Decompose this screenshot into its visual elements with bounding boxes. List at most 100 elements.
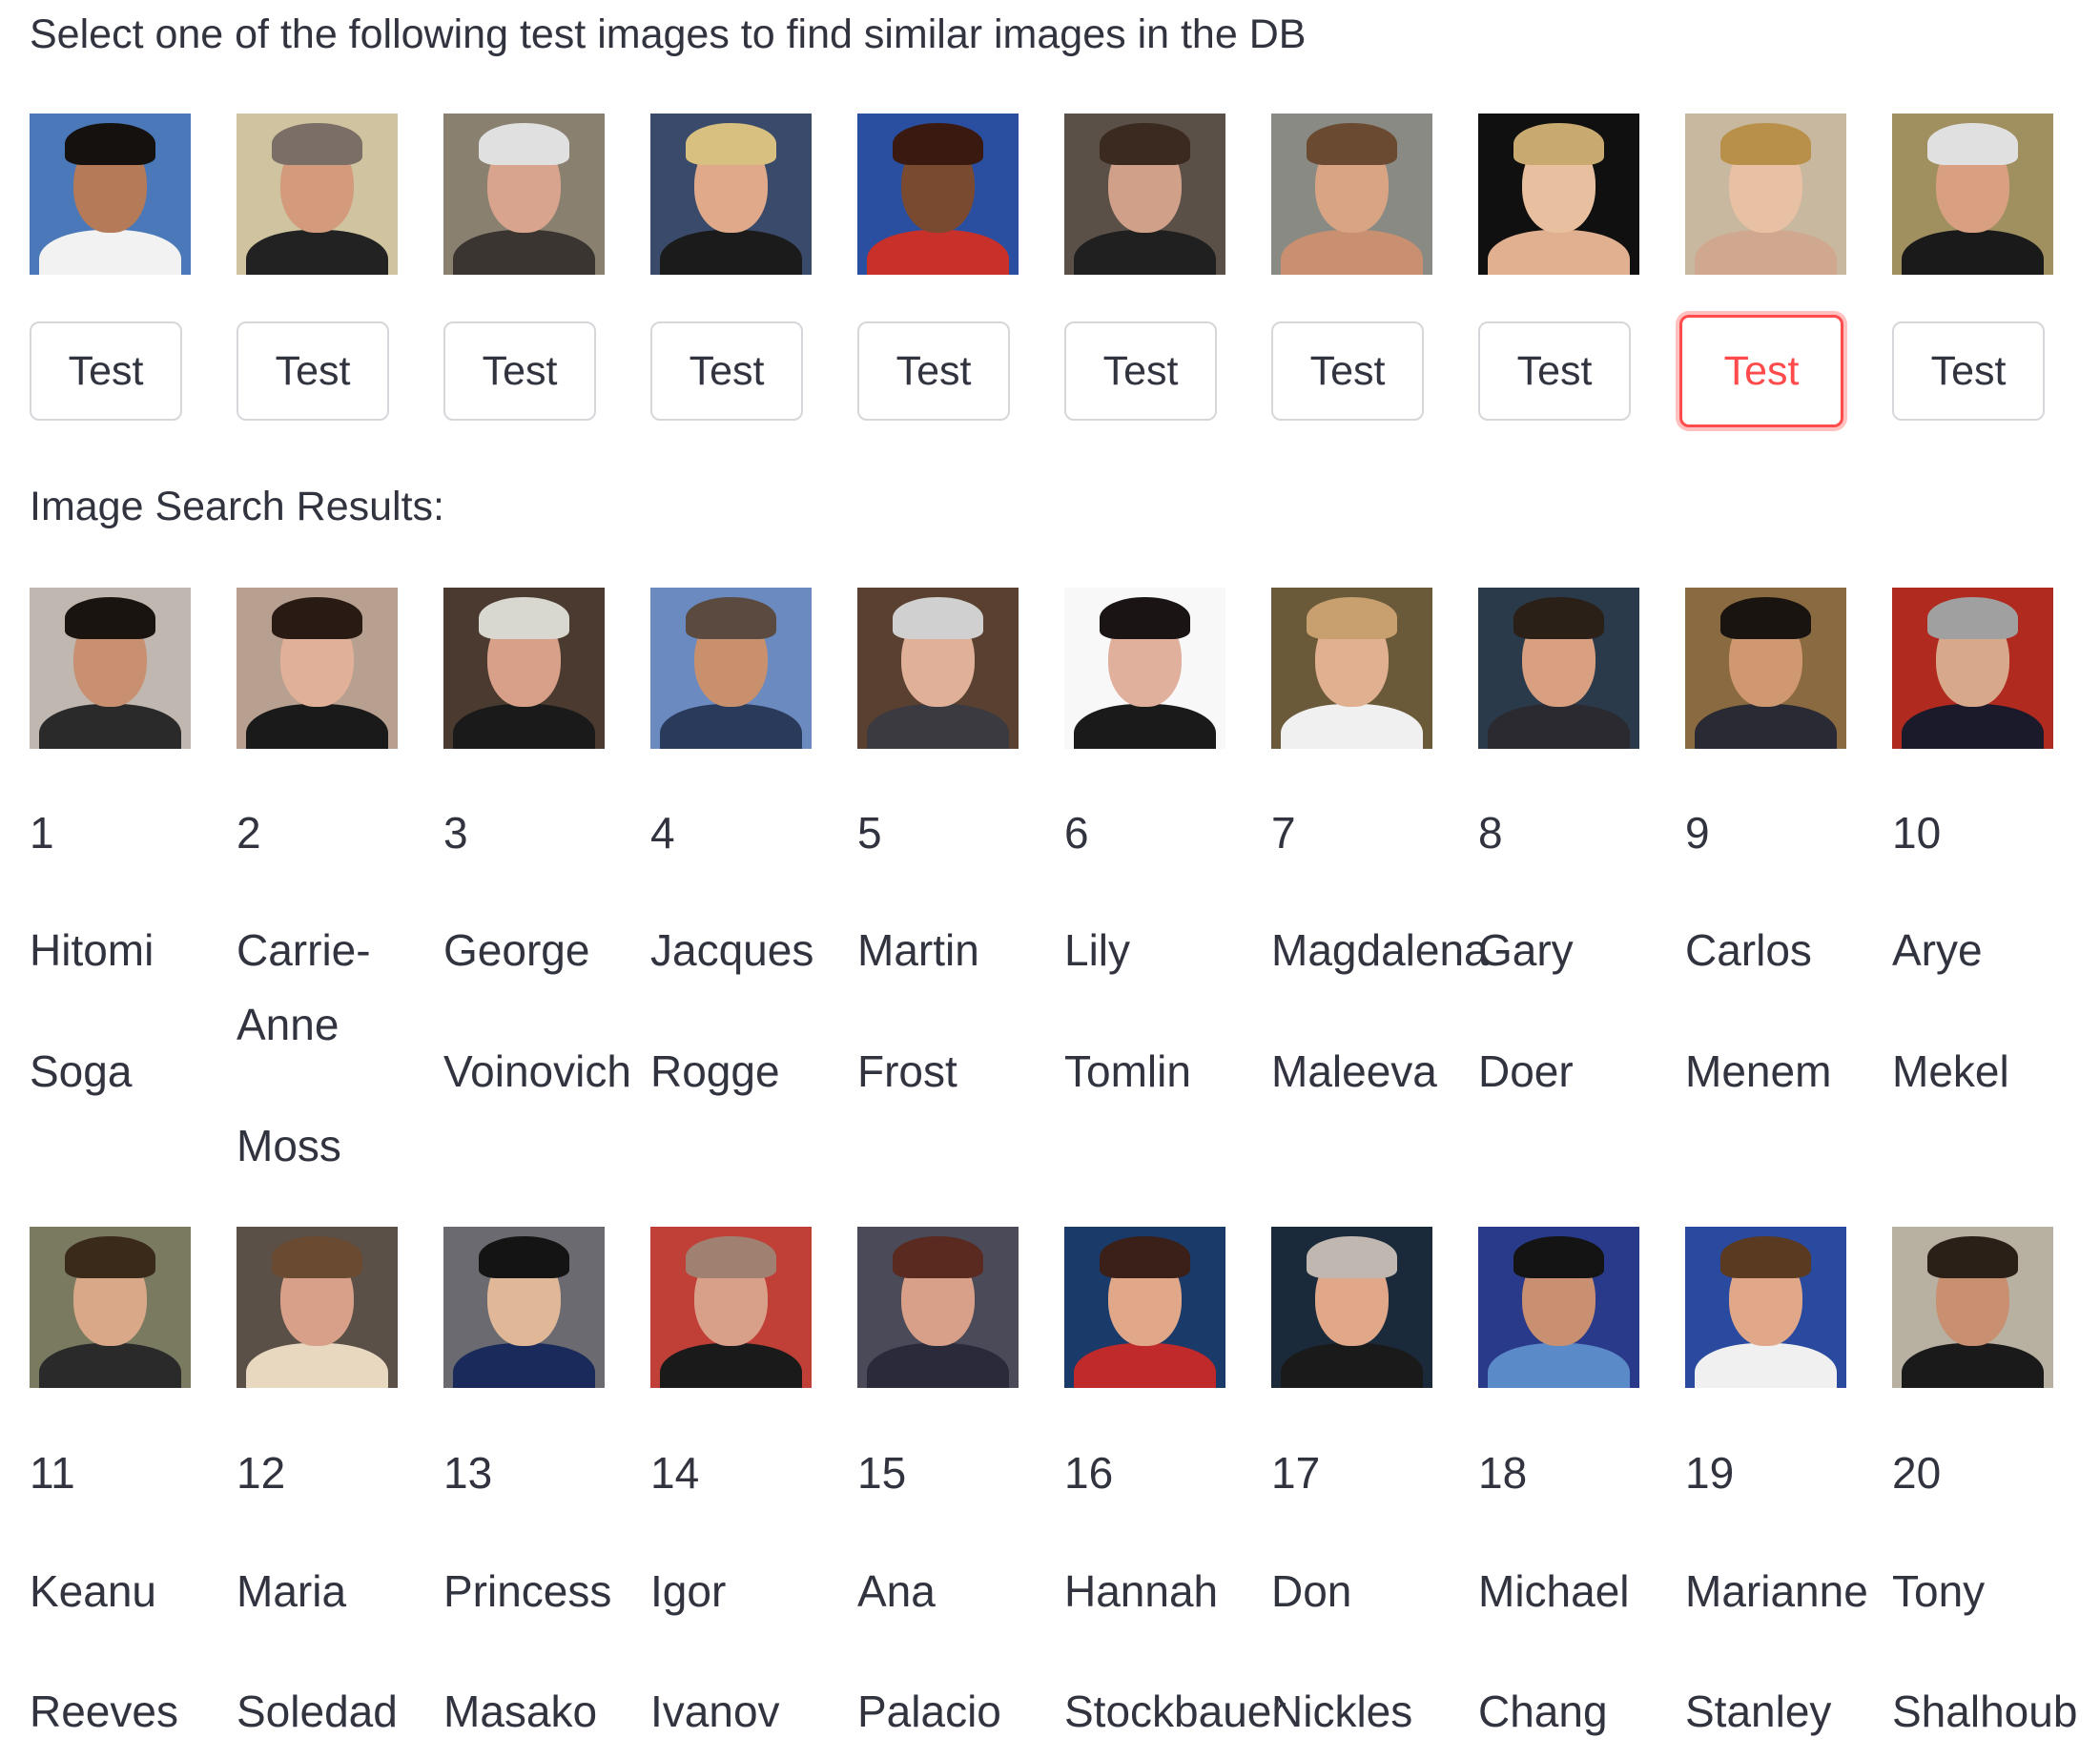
- photo-body: [1281, 1342, 1423, 1388]
- result-first-name: Carrie-Anne: [237, 925, 371, 1049]
- photo-hair: [1927, 1236, 2018, 1279]
- photo-body: [867, 229, 1009, 275]
- photo-body: [1488, 229, 1630, 275]
- result-image: [1478, 588, 1639, 749]
- photo-hair: [479, 123, 569, 166]
- photo-hair: [686, 1236, 776, 1279]
- result-rank: 8: [1478, 808, 1503, 858]
- test-image: [1892, 114, 2053, 275]
- photo-hair: [1100, 597, 1190, 640]
- photo-hair: [1720, 123, 1811, 166]
- photo-body: [1074, 703, 1216, 749]
- result-first-name: Michael: [1478, 1566, 1630, 1616]
- result-image: [30, 588, 191, 749]
- result-last-name: Masako: [443, 1687, 598, 1736]
- photo-body: [453, 229, 595, 275]
- result-image: [1064, 588, 1225, 749]
- result-image: [30, 1227, 191, 1388]
- result-image: [857, 588, 1019, 749]
- test-button[interactable]: Test: [857, 321, 1010, 421]
- result-rank: 7: [1271, 808, 1296, 858]
- photo-body: [453, 1342, 595, 1388]
- photo-hair: [1720, 1236, 1811, 1279]
- photo-body: [867, 703, 1009, 749]
- photo-body: [453, 703, 595, 749]
- photo-hair: [1307, 123, 1397, 166]
- photo-body: [1902, 229, 2044, 275]
- result-first-name: Martin: [857, 925, 979, 975]
- result-last-name: Chang: [1478, 1687, 1608, 1736]
- result-first-name: Arye: [1892, 925, 1983, 975]
- photo-hair: [65, 1236, 155, 1279]
- photo-body: [867, 1342, 1009, 1388]
- result-last-name: Soga: [30, 1046, 133, 1096]
- result-last-name: Menem: [1685, 1046, 1832, 1096]
- result-first-name: Hannah: [1064, 1566, 1219, 1616]
- results-heading: Image Search Results:: [30, 484, 444, 529]
- photo-body: [246, 1342, 388, 1388]
- test-image: [857, 114, 1019, 275]
- result-last-name: Rogge: [650, 1046, 780, 1096]
- photo-hair: [1513, 123, 1604, 166]
- result-image: [443, 1227, 605, 1388]
- result-image: [1685, 1227, 1846, 1388]
- result-rank: 17: [1271, 1448, 1321, 1498]
- test-image: [443, 114, 605, 275]
- photo-body: [39, 1342, 181, 1388]
- photo-body: [660, 229, 802, 275]
- result-rank: 18: [1478, 1448, 1528, 1498]
- result-rank: 9: [1685, 808, 1710, 858]
- photo-hair: [479, 1236, 569, 1279]
- result-rank: 20: [1892, 1448, 1942, 1498]
- result-image: [1064, 1227, 1225, 1388]
- photo-body: [1902, 703, 2044, 749]
- result-first-name: Ana: [857, 1566, 936, 1616]
- photo-body: [1281, 703, 1423, 749]
- result-first-name: Hitomi: [30, 925, 154, 975]
- photo-hair: [272, 123, 362, 166]
- test-button[interactable]: Test: [237, 321, 389, 421]
- photo-hair: [893, 597, 983, 640]
- photo-body: [246, 229, 388, 275]
- test-button[interactable]: Test: [30, 321, 182, 421]
- photo-body: [660, 703, 802, 749]
- result-last-name: Doer: [1478, 1046, 1574, 1096]
- photo-body: [1488, 703, 1630, 749]
- result-first-name: Maria: [237, 1566, 347, 1616]
- result-image: [1271, 588, 1432, 749]
- result-image: [650, 588, 812, 749]
- test-button[interactable]: Test: [1064, 321, 1217, 421]
- photo-hair: [65, 123, 155, 166]
- photo-hair: [65, 597, 155, 640]
- test-button[interactable]: Test: [1892, 321, 2045, 421]
- photo-hair: [479, 597, 569, 640]
- result-first-name: Carlos: [1685, 925, 1812, 975]
- test-button[interactable]: Test: [650, 321, 803, 421]
- result-image: [237, 1227, 398, 1388]
- test-button[interactable]: Test: [1478, 321, 1631, 421]
- result-last-name: Stockbauer: [1064, 1687, 1287, 1736]
- result-image: [857, 1227, 1019, 1388]
- photo-hair: [1307, 597, 1397, 640]
- result-rank: 14: [650, 1448, 700, 1498]
- test-image: [30, 114, 191, 275]
- result-rank: 5: [857, 808, 882, 858]
- photo-hair: [686, 597, 776, 640]
- photo-hair: [1307, 1236, 1397, 1279]
- result-last-name: Moss: [237, 1121, 341, 1170]
- photo-body: [1902, 1342, 2044, 1388]
- test-image: [650, 114, 812, 275]
- result-first-name: Lily: [1064, 925, 1131, 975]
- test-button[interactable]: Test: [1271, 321, 1424, 421]
- result-last-name: Soledad: [237, 1687, 398, 1736]
- test-button[interactable]: Test: [1679, 315, 1843, 427]
- result-first-name: Princess: [443, 1566, 612, 1616]
- photo-hair: [893, 1236, 983, 1279]
- result-first-name: Don: [1271, 1566, 1352, 1616]
- photo-hair: [1927, 597, 2018, 640]
- photo-hair: [686, 123, 776, 166]
- test-button[interactable]: Test: [443, 321, 596, 421]
- photo-hair: [1927, 123, 2018, 166]
- test-image: [1478, 114, 1639, 275]
- photo-hair: [893, 123, 983, 166]
